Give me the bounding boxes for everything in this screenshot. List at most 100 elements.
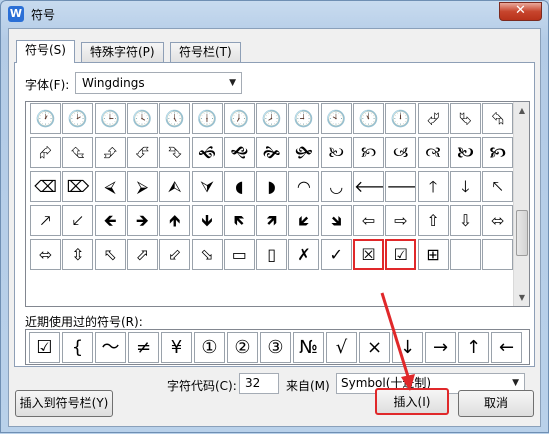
recent-symbol-cell[interactable]: ～ <box>95 332 126 363</box>
symbol-cell[interactable]: 🙞 <box>256 137 288 168</box>
recent-symbol-cell[interactable]: ≠ <box>128 332 159 363</box>
symbol-cell[interactable]: ⇩ <box>449 205 481 236</box>
symbol-cell[interactable]: ◗ <box>256 171 288 202</box>
symbol-cell[interactable]: 🕑 <box>62 103 94 134</box>
symbol-cell[interactable]: 🙠 <box>320 137 352 168</box>
recent-symbol-cell[interactable]: ← <box>491 332 522 363</box>
symbol-cell[interactable]: ⮵ <box>94 137 126 168</box>
symbol-cell[interactable]: ◡ <box>320 171 352 202</box>
symbol-grid-scrollbar[interactable]: ▲ ▼ <box>513 102 529 306</box>
symbol-cell[interactable]: ▭ <box>223 239 255 270</box>
symbol-cell[interactable]: ⇧ <box>417 205 449 236</box>
symbol-cell[interactable]: 🙢 <box>385 137 417 168</box>
symbol-cell[interactable]: 🕖 <box>223 103 255 134</box>
scroll-up-icon[interactable]: ▲ <box>515 103 529 118</box>
recent-symbol-cell[interactable]: ↓ <box>392 332 423 363</box>
symbol-cell[interactable]: ⮴ <box>62 137 94 168</box>
symbol-cell[interactable]: ⮘ <box>94 171 126 202</box>
symbol-cell[interactable]: ☒ <box>353 239 384 270</box>
symbol-cell[interactable]: 🡐 <box>353 171 384 202</box>
symbol-cell[interactable]: 🕗 <box>256 103 288 134</box>
symbol-cell[interactable]: 🕒 <box>94 103 126 134</box>
recent-symbol-cell[interactable]: ② <box>227 332 258 363</box>
symbol-cell[interactable]: ▯ <box>256 239 288 270</box>
symbol-cell[interactable] <box>482 239 514 270</box>
symbol-cell[interactable]: 🕛 <box>385 103 417 134</box>
symbol-cell[interactable]: 🡾 <box>320 205 352 236</box>
symbol-cell[interactable]: 🕕 <box>191 103 223 134</box>
symbol-cell[interactable]: ✗ <box>288 239 320 270</box>
symbol-cell[interactable]: 🡿 <box>288 205 320 236</box>
symbol-cell[interactable]: ⬃ <box>159 239 191 270</box>
add-to-symbol-bar-button[interactable]: 插入到符号栏(Y) <box>15 390 113 417</box>
symbol-cell[interactable]: ⮙ <box>159 171 191 202</box>
recent-symbol-cell[interactable]: № <box>293 332 324 363</box>
symbol-cell[interactable]: ⌦ <box>62 171 94 202</box>
recent-symbol-cell[interactable]: ① <box>194 332 225 363</box>
symbol-cell[interactable]: 🡸 <box>94 205 126 236</box>
symbol-cell[interactable]: 🡑 <box>417 171 449 202</box>
symbol-cell[interactable]: ⮲ <box>482 103 514 134</box>
symbol-cell[interactable]: ✓ <box>320 239 352 270</box>
char-code-input[interactable]: 32 <box>239 373 279 394</box>
symbol-cell[interactable]: 🕔 <box>159 103 191 134</box>
symbol-cell[interactable]: ⇳ <box>62 239 94 270</box>
recent-symbol-cell[interactable]: ↑ <box>458 332 489 363</box>
symbol-cell[interactable]: ◖ <box>223 171 255 202</box>
symbol-cell[interactable]: ⬄ <box>482 205 514 236</box>
tab-symbols[interactable]: 符号(S) <box>16 40 75 63</box>
symbol-cell[interactable]: 🙡 <box>353 137 384 168</box>
symbol-cell[interactable]: ⮚ <box>126 171 158 202</box>
symbol-cell[interactable]: 🙥 <box>482 137 514 168</box>
symbol-cell[interactable]: 🕓 <box>126 103 158 134</box>
symbol-cell[interactable]: 🕚 <box>353 103 384 134</box>
symbol-cell[interactable]: 🡒 <box>385 171 417 202</box>
insert-button[interactable]: 插入(I) <box>375 388 449 415</box>
symbol-cell[interactable]: 🙜 <box>191 137 223 168</box>
symbol-cell[interactable]: ⇨ <box>385 205 417 236</box>
symbol-cell[interactable]: ⬀ <box>126 239 158 270</box>
symbol-cell[interactable]: 🡻 <box>191 205 223 236</box>
symbol-cell[interactable]: ⇦ <box>353 205 384 236</box>
symbol-cell[interactable]: 🕘 <box>288 103 320 134</box>
close-button[interactable]: ✕ <box>499 2 542 21</box>
scroll-down-icon[interactable]: ▼ <box>515 290 529 305</box>
recent-symbol-cell[interactable]: × <box>359 332 390 363</box>
recent-symbol-cell[interactable]: { <box>62 332 93 363</box>
scrollbar-thumb[interactable] <box>516 210 528 256</box>
symbol-cell[interactable]: 🕐 <box>30 103 61 134</box>
symbol-cell[interactable]: ⬁ <box>94 239 126 270</box>
symbol-cell[interactable]: 🙝 <box>223 137 255 168</box>
symbol-cell[interactable]: ⮰ <box>417 103 449 134</box>
tab-symbol-bar[interactable]: 符号栏(T) <box>170 42 241 62</box>
tab-special-chars[interactable]: 特殊字符(P) <box>81 42 164 62</box>
symbol-cell[interactable]: ⮱ <box>449 103 481 134</box>
symbol-cell[interactable]: 🡕 <box>30 205 61 236</box>
symbol-cell[interactable]: ⮷ <box>159 137 191 168</box>
symbol-cell[interactable]: 🙤 <box>449 137 481 168</box>
recent-symbol-cell[interactable]: ¥ <box>161 332 192 363</box>
symbol-cell[interactable]: ⬂ <box>191 239 223 270</box>
symbol-cell[interactable]: 🙟 <box>288 137 320 168</box>
symbol-cell[interactable]: 🡓 <box>449 171 481 202</box>
symbol-cell[interactable]: 🡺 <box>126 205 158 236</box>
symbol-cell[interactable]: ⮛ <box>191 171 223 202</box>
cancel-button[interactable]: 取消 <box>458 390 534 417</box>
title-bar[interactable]: W 符号 ✕ <box>1 1 548 27</box>
symbol-cell[interactable]: ⮶ <box>126 137 158 168</box>
font-dropdown[interactable]: Wingdings ▼ <box>75 72 242 94</box>
symbol-cell[interactable]: 🡹 <box>159 205 191 236</box>
recent-symbol-cell[interactable]: ③ <box>260 332 291 363</box>
symbol-cell[interactable]: ⊞ <box>417 239 449 270</box>
recent-symbol-cell[interactable]: ☑ <box>29 332 60 363</box>
symbol-cell[interactable]: 🡽 <box>256 205 288 236</box>
symbol-cell[interactable]: ◠ <box>288 171 320 202</box>
symbol-cell[interactable]: 🡔 <box>482 171 514 202</box>
symbol-cell[interactable]: ⬄ <box>30 239 61 270</box>
symbol-cell[interactable] <box>449 239 481 270</box>
recent-symbol-cell[interactable]: √ <box>326 332 357 363</box>
symbol-cell[interactable]: 🡗 <box>62 205 94 236</box>
symbol-cell[interactable]: 🙣 <box>417 137 449 168</box>
symbol-cell[interactable]: 🕙 <box>320 103 352 134</box>
symbol-cell[interactable]: ☑ <box>385 239 417 270</box>
